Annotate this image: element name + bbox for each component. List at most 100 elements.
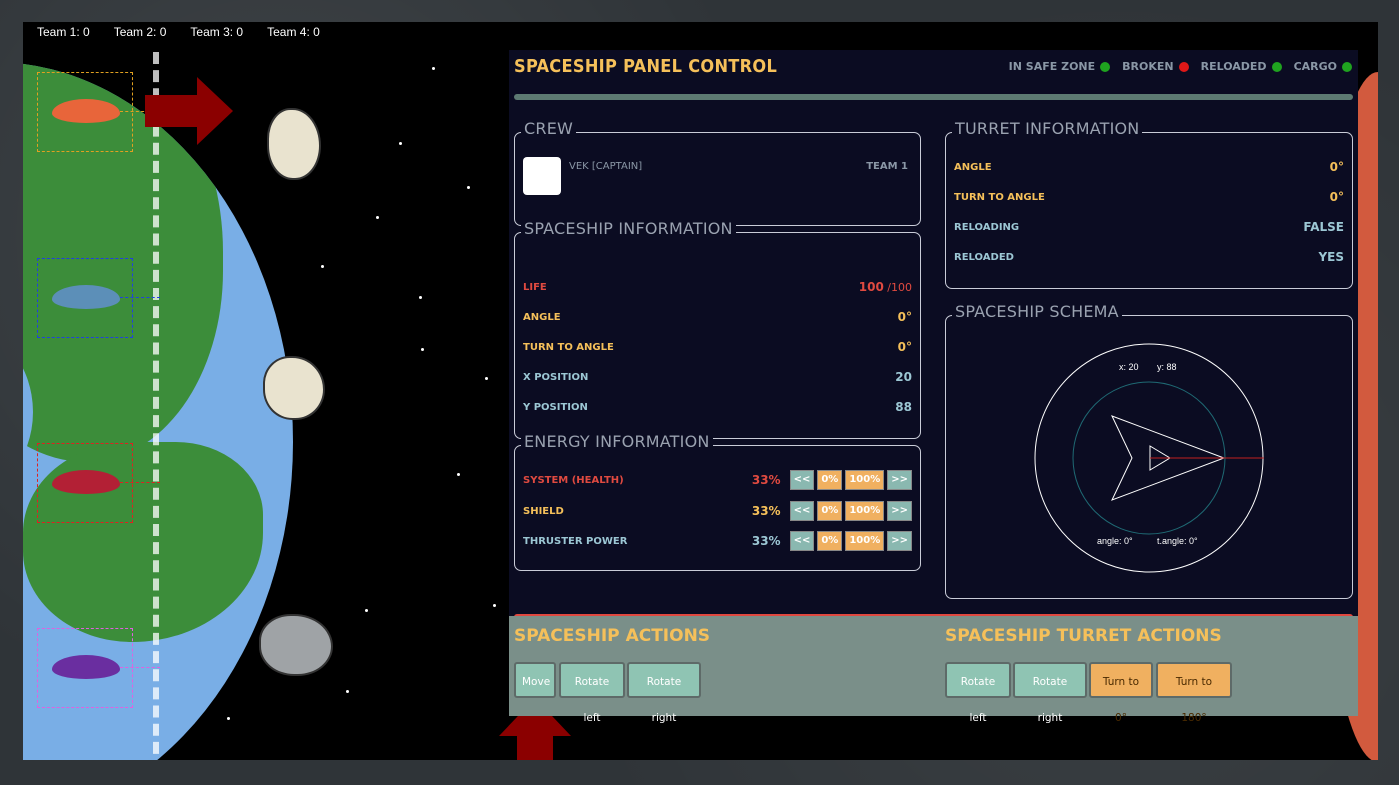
turn-to-angle-label: TURN TO ANGLE [523,341,614,353]
full-percent-button[interactable]: 100% [845,501,885,521]
scoreboard: Team 1: 0 Team 2: 0 Team 3: 0 Team 4: 0 [23,22,320,42]
turn-to-0-button[interactable]: Turn to 0° [1089,662,1153,724]
actions-bar: SPACESHIP ACTIONS Move Rotate left Rotat… [509,616,1358,724]
asteroid [267,108,321,180]
turret-angle-label: ANGLE [954,161,992,173]
status-dot-green [1271,61,1282,72]
team-2-spaceship[interactable] [52,285,120,309]
turret-rotate-right-button[interactable]: Rotate right [1013,662,1087,724]
life-max: /100 [887,281,912,294]
turret-rotate-left-button[interactable]: Rotate left [945,662,1011,724]
full-percent-button[interactable]: 100% [845,470,885,490]
zero-percent-button[interactable]: 0% [817,531,843,551]
team-1-score: Team 1: 0 [37,25,90,39]
x-position-value: 20 [895,370,912,384]
star [399,142,402,145]
crew-title: CREW [521,119,577,138]
energy-row-health: SYSTEM (HEALTH) 33% << 0% 100% >> [523,470,912,490]
star [485,377,488,380]
energy-row-shield: SHIELD 33% << 0% 100% >> [523,501,912,521]
angle-label: ANGLE [523,311,561,323]
angle-value: 0° [897,310,912,324]
life-row: LIFE 100 /100 [523,277,912,297]
increase-button[interactable]: >> [887,501,912,521]
move-button[interactable]: Move [514,662,556,698]
turret-turn-row: TURN TO ANGLE 0° [954,187,1344,207]
turn-to-180-button[interactable]: Turn to 180° [1156,662,1232,724]
team-3-spaceship[interactable] [52,470,120,494]
arrow-right-icon [145,77,233,145]
increase-button[interactable]: >> [887,470,912,490]
team-4-score: Team 4: 0 [267,25,320,39]
star [432,67,435,70]
x-position-label: X POSITION [523,371,589,383]
schema-y: y: 88 [1157,362,1177,372]
team-1-ship-lane[interactable] [37,72,160,152]
turret-info-title: TURRET INFORMATION [952,119,1143,138]
schema-angle: angle: 0° [1097,536,1133,546]
spaceship-info-title: SPACESHIP INFORMATION [521,219,736,238]
energy-value: 33% [751,473,781,487]
increase-button[interactable]: >> [887,531,912,551]
turret-reloaded-row: RELOADED YES [954,247,1344,267]
turret-turn-label: TURN TO ANGLE [954,191,1045,203]
status-dot-green [1100,61,1111,72]
crew-member: VEK [CAPTAIN] [569,161,643,172]
spaceship-control-panel: SPACESHIP PANEL CONTROL IN SAFE ZONE BRO… [509,50,1358,621]
turn-to-angle-value: 0° [897,340,912,354]
zero-percent-button[interactable]: 0% [817,470,843,490]
spaceship-schema-box: SPACESHIP SCHEMA x: 20 y: 88 angle: 0° t… [945,302,1353,599]
team-2-ship-lane[interactable] [37,258,160,338]
schema-diagram [1034,343,1264,573]
star [321,265,324,268]
star [467,186,470,189]
panel-title: SPACESHIP PANEL CONTROL [514,56,778,77]
rotate-left-button[interactable]: Rotate left [559,662,625,724]
life-label: LIFE [523,281,547,293]
decrease-button[interactable]: << [789,470,815,490]
decrease-button[interactable]: << [789,501,815,521]
spaceship-info-box: SPACESHIP INFORMATION LIFE 100 /100 ANGL… [514,219,921,439]
rotate-right-button[interactable]: Rotate right [627,662,701,724]
crew-team: TEAM 1 [866,161,908,172]
star [421,348,424,351]
team-4-ship-lane[interactable] [37,628,160,708]
y-position-value: 88 [895,400,912,414]
energy-row-thruster: THRUSTER POWER 33% << 0% 100% >> [523,531,912,551]
status-safe-zone: IN SAFE ZONE [1009,60,1111,73]
zero-percent-button[interactable]: 0% [817,501,843,521]
aim-line [120,667,160,668]
status-cargo: CARGO [1294,60,1352,73]
star [346,690,349,693]
schema-turret-angle: t.angle: 0° [1157,536,1198,546]
status-dot-red [1178,61,1189,72]
decrease-button[interactable]: << [789,531,815,551]
angle-row: ANGLE 0° [523,307,912,327]
status-dot-green [1342,61,1352,72]
turret-reloading-label: RELOADING [954,221,1020,233]
aim-line [120,297,160,298]
team-3-ship-lane[interactable] [37,443,160,523]
safe-zone-boundary [153,52,159,760]
spaceship-actions-title: SPACESHIP ACTIONS [514,626,711,646]
header-bar [514,94,1353,100]
x-position-row: X POSITION 20 [523,367,912,387]
asteroid [259,614,333,676]
turret-turn-value: 0° [1329,190,1344,204]
life-value: 100 [858,280,884,294]
energy-label: SHIELD [523,505,564,517]
star [493,604,496,607]
team-1-spaceship[interactable] [52,99,120,123]
aim-line [120,482,160,483]
star [376,216,379,219]
y-position-label: Y POSITION [523,401,588,413]
turret-reloading-value: FALSE [1303,220,1344,234]
star [227,717,230,720]
energy-info-box: ENERGY INFORMATION SYSTEM (HEALTH) 33% <… [514,432,921,571]
team-4-spaceship[interactable] [52,655,120,679]
team-2-score: Team 2: 0 [113,25,167,39]
full-percent-button[interactable]: 100% [845,531,885,551]
turret-actions-title: SPACESHIP TURRET ACTIONS [945,626,1222,646]
turn-to-angle-row: TURN TO ANGLE 0° [523,337,912,357]
status-reloaded: RELOADED [1201,60,1282,73]
